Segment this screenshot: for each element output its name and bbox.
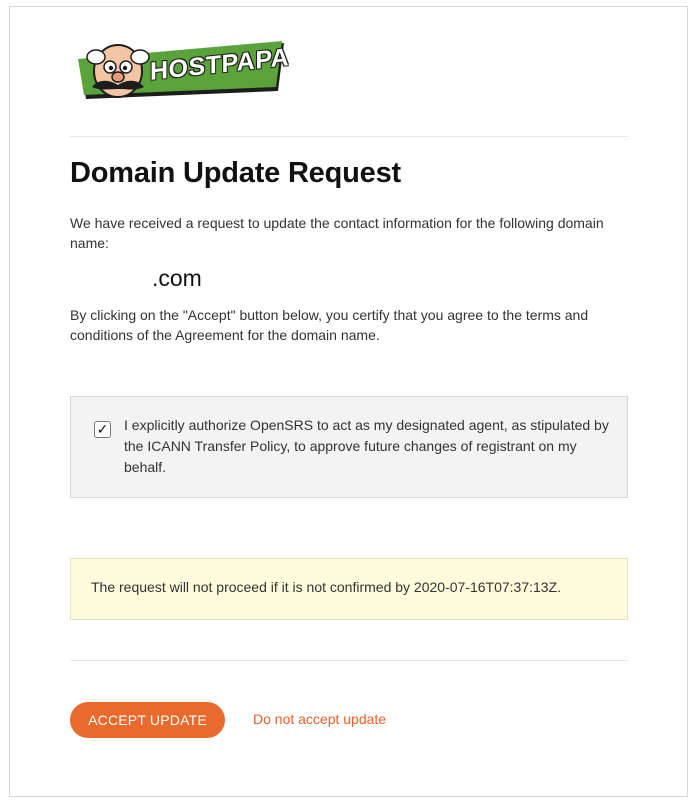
decline-update-link[interactable]: Do not accept update (253, 711, 386, 727)
email-frame: HOSTPAPA Domain Update Request We have r… (9, 6, 688, 797)
certify-text: By clicking on the "Accept" button below… (70, 307, 589, 343)
top-divider (70, 136, 628, 137)
bottom-divider (70, 660, 628, 661)
authorization-box: ✓ I explicitly authorize OpenSRS to act … (70, 396, 628, 498)
domain-name: .com (70, 265, 202, 292)
authorize-checkbox[interactable]: ✓ (94, 421, 111, 438)
domain-suffix: .com (152, 265, 202, 291)
authorization-text: I explicitly authorize OpenSRS to act as… (124, 417, 609, 475)
confirmation-notice: The request will not proceed if it is no… (70, 558, 628, 620)
notice-text: The request will not proceed if it is no… (91, 579, 562, 595)
intro-text: We have received a request to update the… (70, 215, 604, 251)
page-title: Domain Update Request (70, 157, 401, 189)
hostpapa-logo: HOSTPAPA (70, 37, 290, 109)
accept-update-button[interactable]: ACCEPT UPDATE (70, 702, 225, 738)
